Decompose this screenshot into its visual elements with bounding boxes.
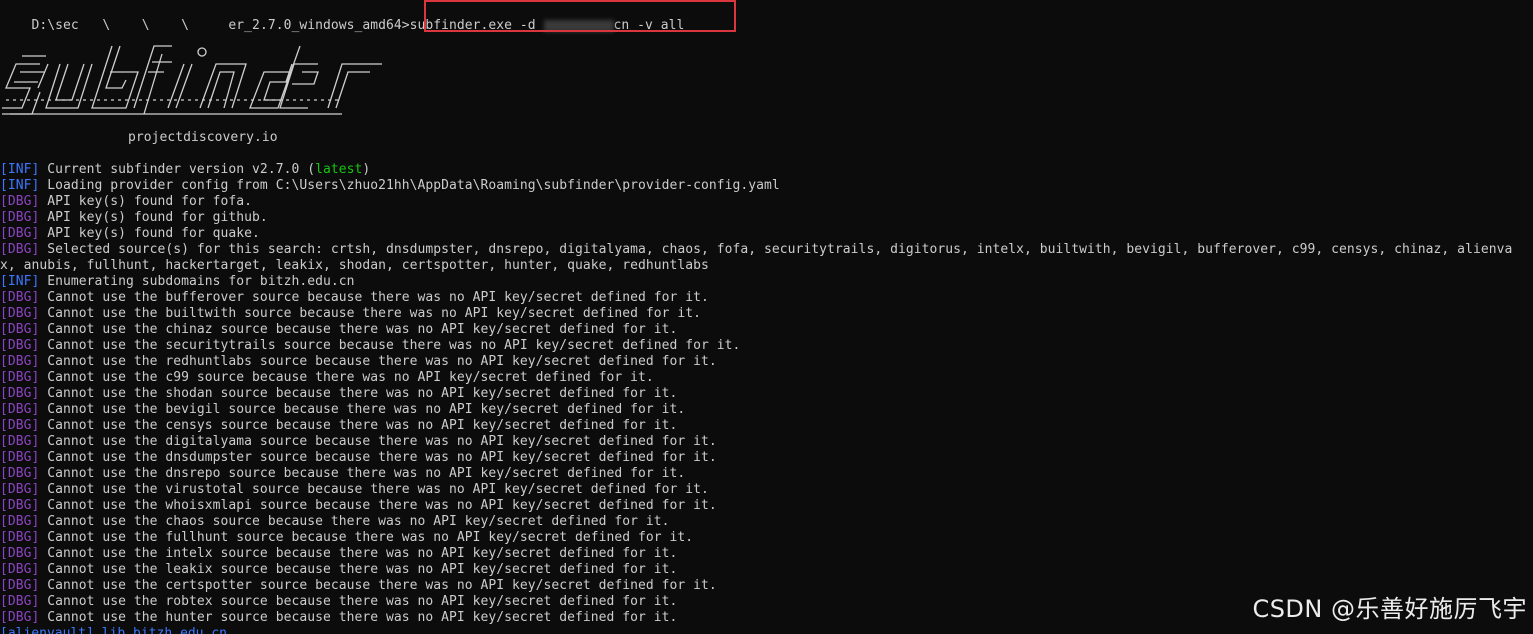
log-line: [INF] Current subfinder version v2.7.0 (… (0, 162, 370, 178)
log-line: [DBG] Cannot use the hunter source becau… (0, 610, 677, 626)
log-line: [DBG] Cannot use the whoisxmlapi source … (0, 498, 717, 514)
log-message: Cannot use the censys source because the… (39, 418, 678, 433)
info-tag: [INF] (0, 274, 40, 289)
log-message: Cannot use the robtex source because the… (39, 594, 678, 609)
debug-tag: [DBG] (0, 498, 40, 513)
log-message: x, anubis, fullhunt, hackertarget, leaki… (0, 258, 709, 273)
log-line: [DBG] Cannot use the dnsdumpster source … (0, 450, 717, 466)
brand-text: projectdiscovery.io (128, 130, 278, 145)
terminal-window[interactable]: D:\sec \ \ \ er_2.7.0_windows_amd64>subf… (0, 0, 1533, 634)
command-highlight-box (424, 0, 736, 32)
log-message: Enumerating subdomains for bitzh.edu.cn (39, 274, 355, 289)
log-message: Cannot use the dnsdumpster source becaus… (39, 450, 717, 465)
debug-tag: [DBG] (0, 594, 40, 609)
log-line: [DBG] Cannot use the c99 source because … (0, 370, 654, 386)
prompt-path: D:\sec \ \ \ er_2.7.0_windows_amd64> (31, 18, 410, 33)
log-message: API key(s) found for github. (39, 210, 268, 225)
log-line: [DBG] Cannot use the robtex source becau… (0, 594, 677, 610)
log-message: Cannot use the whoisxmlapi source becaus… (39, 498, 717, 513)
debug-tag: [DBG] (0, 578, 40, 593)
debug-tag: [DBG] (0, 546, 40, 561)
log-message: Cannot use the leakix source because the… (39, 562, 678, 577)
debug-tag: [DBG] (0, 514, 40, 529)
log-message: Cannot use the redhuntlabs source becaus… (39, 354, 717, 369)
subfinder-logo (2, 45, 382, 115)
log-message: Cannot use the intelx source because the… (39, 546, 678, 561)
log-line: [DBG] API key(s) found for github. (0, 210, 268, 226)
log-message: Cannot use the c99 source because there … (39, 370, 654, 385)
log-line: [DBG] Cannot use the censys source becau… (0, 418, 677, 434)
log-message: Cannot use the virustotal source because… (39, 482, 709, 497)
debug-tag: [DBG] (0, 226, 40, 241)
log-line: [DBG] API key(s) found for quake. (0, 226, 260, 242)
debug-tag: [DBG] (0, 242, 40, 257)
debug-tag: [DBG] (0, 434, 40, 449)
log-message: Cannot use the builtwith source because … (39, 306, 702, 321)
log-message: Cannot use the bufferover source because… (39, 290, 709, 305)
debug-tag: [DBG] (0, 354, 40, 369)
log-message: Cannot use the chaos source because ther… (39, 514, 670, 529)
log-line: [DBG] Cannot use the intelx source becau… (0, 546, 677, 562)
log-line: [DBG] Cannot use the virustotal source b… (0, 482, 709, 498)
log-message: Cannot use the dnsrepo source because th… (39, 466, 686, 481)
partial-result-line: [alienvault] lib.bitzh.edu.cn (0, 626, 227, 634)
debug-tag: [DBG] (0, 482, 40, 497)
debug-tag: [DBG] (0, 610, 40, 625)
debug-tag: [DBG] (0, 338, 40, 353)
debug-tag: [DBG] (0, 450, 40, 465)
log-line: [DBG] API key(s) found for fofa. (0, 194, 252, 210)
log-line: [INF] Loading provider config from C:\Us… (0, 178, 780, 194)
log-line: [DBG] Cannot use the dnsrepo source beca… (0, 466, 685, 482)
log-line: [DBG] Cannot use the redhuntlabs source … (0, 354, 717, 370)
log-message: Current subfinder version v2.7.0 ( (39, 162, 316, 177)
log-message: Selected source(s) for this search: crts… (39, 242, 1513, 257)
debug-tag: [DBG] (0, 530, 40, 545)
log-line: [DBG] Cannot use the certspotter source … (0, 578, 717, 594)
log-message: Cannot use the chinaz source because the… (39, 322, 678, 337)
debug-tag: [DBG] (0, 562, 40, 577)
log-message: API key(s) found for fofa. (39, 194, 253, 209)
log-line: [DBG] Cannot use the securitytrails sour… (0, 338, 740, 354)
log-line: [DBG] Cannot use the shodan source becau… (0, 386, 677, 402)
log-message: Cannot use the digitalyama source becaus… (39, 434, 717, 449)
log-line: [INF] Enumerating subdomains for bitzh.e… (0, 274, 354, 290)
debug-tag: [DBG] (0, 370, 40, 385)
log-message: API key(s) found for quake. (39, 226, 260, 241)
csdn-watermark: CSDN @乐善好施厉飞宇 (1252, 595, 1527, 623)
log-message-end: ) (362, 162, 371, 177)
debug-tag: [DBG] (0, 466, 40, 481)
info-tag: [INF] (0, 178, 40, 193)
log-line: [DBG] Cannot use the bevigil source beca… (0, 402, 685, 418)
debug-tag: [DBG] (0, 194, 40, 209)
debug-tag: [DBG] (0, 210, 40, 225)
log-message: Cannot use the fullhunt source because t… (39, 530, 694, 545)
log-message: Cannot use the hunter source because the… (39, 610, 678, 625)
log-line: [DBG] Selected source(s) for this search… (0, 242, 1512, 258)
log-line: [DBG] Cannot use the chaos source becaus… (0, 514, 670, 530)
debug-tag: [DBG] (0, 418, 40, 433)
latest-badge: latest (315, 162, 363, 177)
log-message: Cannot use the certspotter source becaus… (39, 578, 717, 593)
debug-tag: [DBG] (0, 306, 40, 321)
log-message: Cannot use the bevigil source because th… (39, 402, 686, 417)
log-line: [DBG] Cannot use the leakix source becau… (0, 562, 677, 578)
info-tag: [INF] (0, 162, 40, 177)
debug-tag: [DBG] (0, 386, 40, 401)
debug-tag: [DBG] (0, 290, 40, 305)
debug-tag: [DBG] (0, 402, 40, 417)
debug-tag: [DBG] (0, 322, 40, 337)
log-line: [DBG] Cannot use the fullhunt source bec… (0, 530, 693, 546)
log-line: [DBG] Cannot use the builtwith source be… (0, 306, 701, 322)
log-message: Cannot use the shodan source because the… (39, 386, 678, 401)
log-line: [DBG] Cannot use the bufferover source b… (0, 290, 709, 306)
log-line: x, anubis, fullhunt, hackertarget, leaki… (0, 258, 709, 274)
log-line: [DBG] Cannot use the chinaz source becau… (0, 322, 677, 338)
log-message: Cannot use the securitytrails source bec… (39, 338, 741, 353)
log-message: Loading provider config from C:\Users\zh… (39, 178, 780, 193)
log-line: [DBG] Cannot use the digitalyama source … (0, 434, 717, 450)
